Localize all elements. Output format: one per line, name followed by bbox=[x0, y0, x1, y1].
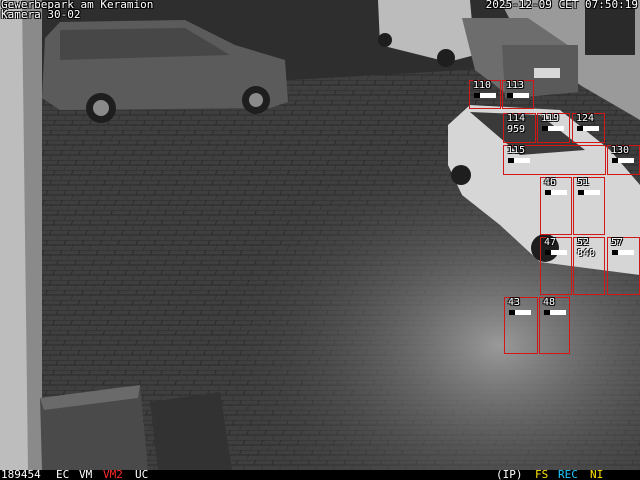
zone-57: 57 bbox=[607, 237, 640, 295]
zone-bar bbox=[612, 158, 634, 163]
zone-130: 130 bbox=[607, 145, 640, 175]
zone-label: 115 bbox=[507, 145, 526, 156]
zone-bar bbox=[508, 158, 530, 163]
zone-label: 47 bbox=[544, 237, 557, 248]
zone-bar bbox=[545, 250, 567, 255]
zone-label: 119 bbox=[541, 113, 560, 124]
status-vm2: VM2 bbox=[103, 468, 123, 480]
status-vm: VM bbox=[79, 468, 93, 480]
zone-sublabel: 840 bbox=[577, 248, 596, 259]
zone-43: 43 bbox=[504, 297, 538, 354]
zone-label: 114 bbox=[507, 113, 526, 124]
zone-52: 52 840 bbox=[573, 237, 605, 295]
zone-119: 119 bbox=[537, 113, 570, 143]
zone-115: 115 bbox=[503, 145, 606, 175]
zone-47: 47 bbox=[540, 237, 572, 295]
status-ec: EC bbox=[56, 468, 70, 480]
zone-114: 114 959 bbox=[503, 113, 536, 143]
zone-bar bbox=[545, 190, 567, 195]
zone-label: 130 bbox=[611, 145, 630, 156]
waste-bins bbox=[40, 385, 232, 470]
zone-label: 52 bbox=[577, 237, 590, 248]
zone-bar bbox=[612, 250, 634, 255]
zone-51: 51 bbox=[573, 177, 605, 235]
zone-label: 110 bbox=[473, 80, 492, 91]
zone-label: 48 bbox=[543, 297, 556, 308]
zone-label: 124 bbox=[576, 113, 595, 124]
zone-label: 43 bbox=[508, 297, 521, 308]
frame-counter: 189454 bbox=[1, 468, 41, 480]
camera-frame: Gewerbepark am Keramion Kamera 30-02 2025… bbox=[0, 0, 640, 480]
zone-46: 46 bbox=[540, 177, 572, 235]
status-rec: REC bbox=[558, 468, 578, 480]
camera-title: Gewerbepark am Keramion Kamera 30-02 bbox=[1, 0, 153, 20]
zone-bar bbox=[577, 126, 599, 131]
zone-48: 48 bbox=[539, 297, 570, 354]
status-fs: FS bbox=[535, 468, 549, 480]
zone-bar bbox=[507, 93, 529, 98]
zone-bar bbox=[474, 93, 496, 98]
status-ni: NI bbox=[590, 468, 604, 480]
timestamp: 2025-12-09 CET 07:50:19 bbox=[485, 0, 638, 11]
zone-124: 124 bbox=[572, 113, 605, 143]
zone-bar bbox=[509, 310, 531, 315]
camera-id-title: Kamera 30-02 bbox=[1, 8, 81, 21]
zone-bar bbox=[578, 190, 600, 195]
zone-label: 113 bbox=[506, 80, 525, 91]
zone-label: 46 bbox=[544, 177, 557, 188]
zone-113: 113 bbox=[502, 80, 534, 109]
zone-sublabel: 959 bbox=[507, 124, 526, 135]
status-uc: UC bbox=[135, 468, 149, 480]
zone-label: 51 bbox=[577, 177, 590, 188]
zone-bar bbox=[542, 126, 564, 131]
zone-110: 110 bbox=[469, 80, 501, 109]
status-bar: 189454 EC VM VM2 UC (IP) FS REC NI bbox=[0, 468, 640, 480]
zone-bar bbox=[544, 310, 566, 315]
status-ip: (IP) bbox=[496, 468, 523, 480]
zone-label: 57 bbox=[611, 237, 624, 248]
